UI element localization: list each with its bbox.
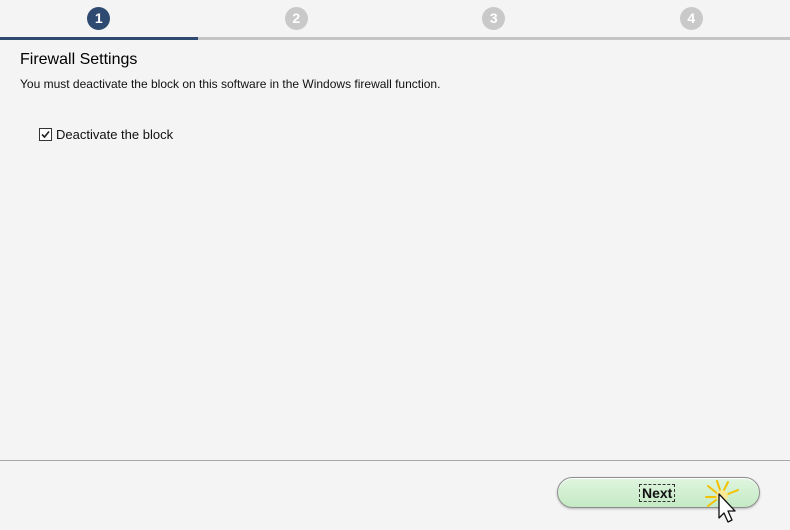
step-4: 4	[592, 0, 790, 40]
checkbox-label: Deactivate the block	[56, 126, 174, 142]
step-2: 2	[197, 0, 395, 40]
step-2-circle: 2	[284, 7, 308, 30]
page-title: Firewall Settings	[20, 51, 138, 68]
step-2-progress-bar	[197, 37, 395, 40]
step-indicator: 1 2 3 4	[0, 0, 790, 40]
next-button[interactable]: Next	[557, 477, 760, 508]
firewall-settings-window: 1 2 3 4 Firewall Settings You must deact…	[0, 0, 790, 530]
step-1-progress-bar	[0, 37, 198, 40]
step-3: 3	[395, 0, 593, 40]
step-1: 1	[0, 0, 198, 40]
checkmark-icon	[41, 130, 50, 138]
deactivate-block-checkbox[interactable]: Deactivate the block	[39, 126, 173, 142]
step-4-progress-bar	[592, 37, 790, 40]
step-4-circle: 4	[679, 7, 703, 30]
step-3-progress-bar	[395, 37, 593, 40]
checkbox-box[interactable]	[39, 127, 52, 141]
footer-divider	[0, 460, 790, 461]
next-button-label: Next	[639, 484, 676, 502]
step-1-circle: 1	[87, 7, 111, 30]
page-description: You must deactivate the block on this so…	[20, 77, 441, 91]
step-3-circle: 3	[482, 7, 506, 30]
